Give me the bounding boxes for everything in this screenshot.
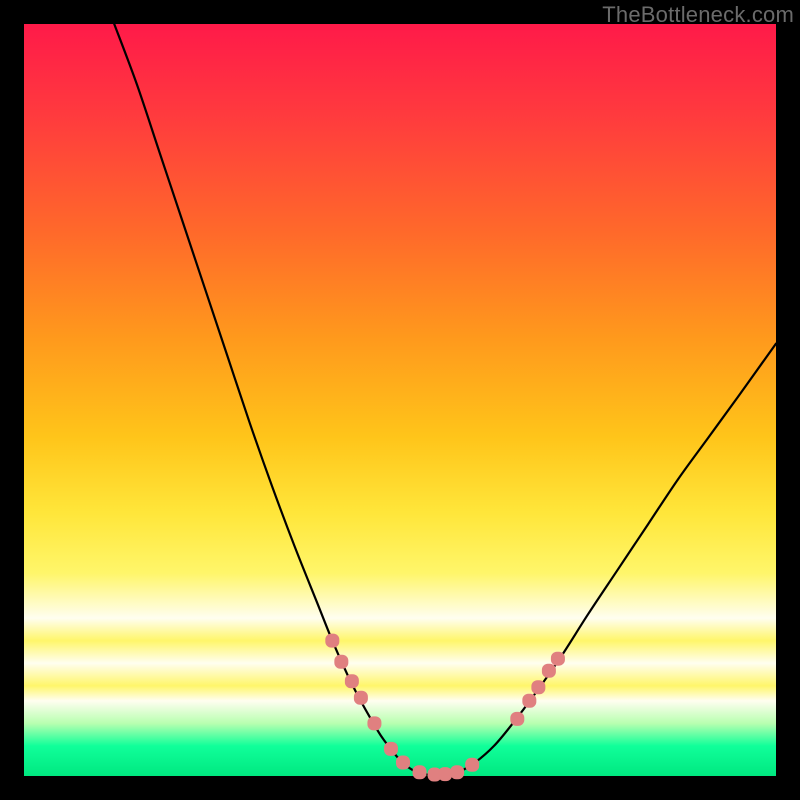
highlight-markers xyxy=(325,634,565,782)
marker-point xyxy=(413,765,427,779)
bottleneck-curve xyxy=(114,24,776,775)
marker-point xyxy=(450,765,464,779)
marker-point xyxy=(325,634,339,648)
marker-point xyxy=(542,664,556,678)
marker-point xyxy=(531,680,545,694)
marker-point xyxy=(551,652,565,666)
marker-point xyxy=(345,674,359,688)
marker-point xyxy=(384,742,398,756)
marker-point xyxy=(522,694,536,708)
marker-point xyxy=(510,712,524,726)
curve-layer xyxy=(24,24,776,776)
marker-point xyxy=(465,758,479,772)
marker-point xyxy=(354,691,368,705)
marker-point xyxy=(438,767,452,781)
chart-frame: TheBottleneck.com xyxy=(0,0,800,800)
marker-point xyxy=(367,716,381,730)
plot-area xyxy=(24,24,776,776)
marker-point xyxy=(396,755,410,769)
marker-point xyxy=(334,655,348,669)
